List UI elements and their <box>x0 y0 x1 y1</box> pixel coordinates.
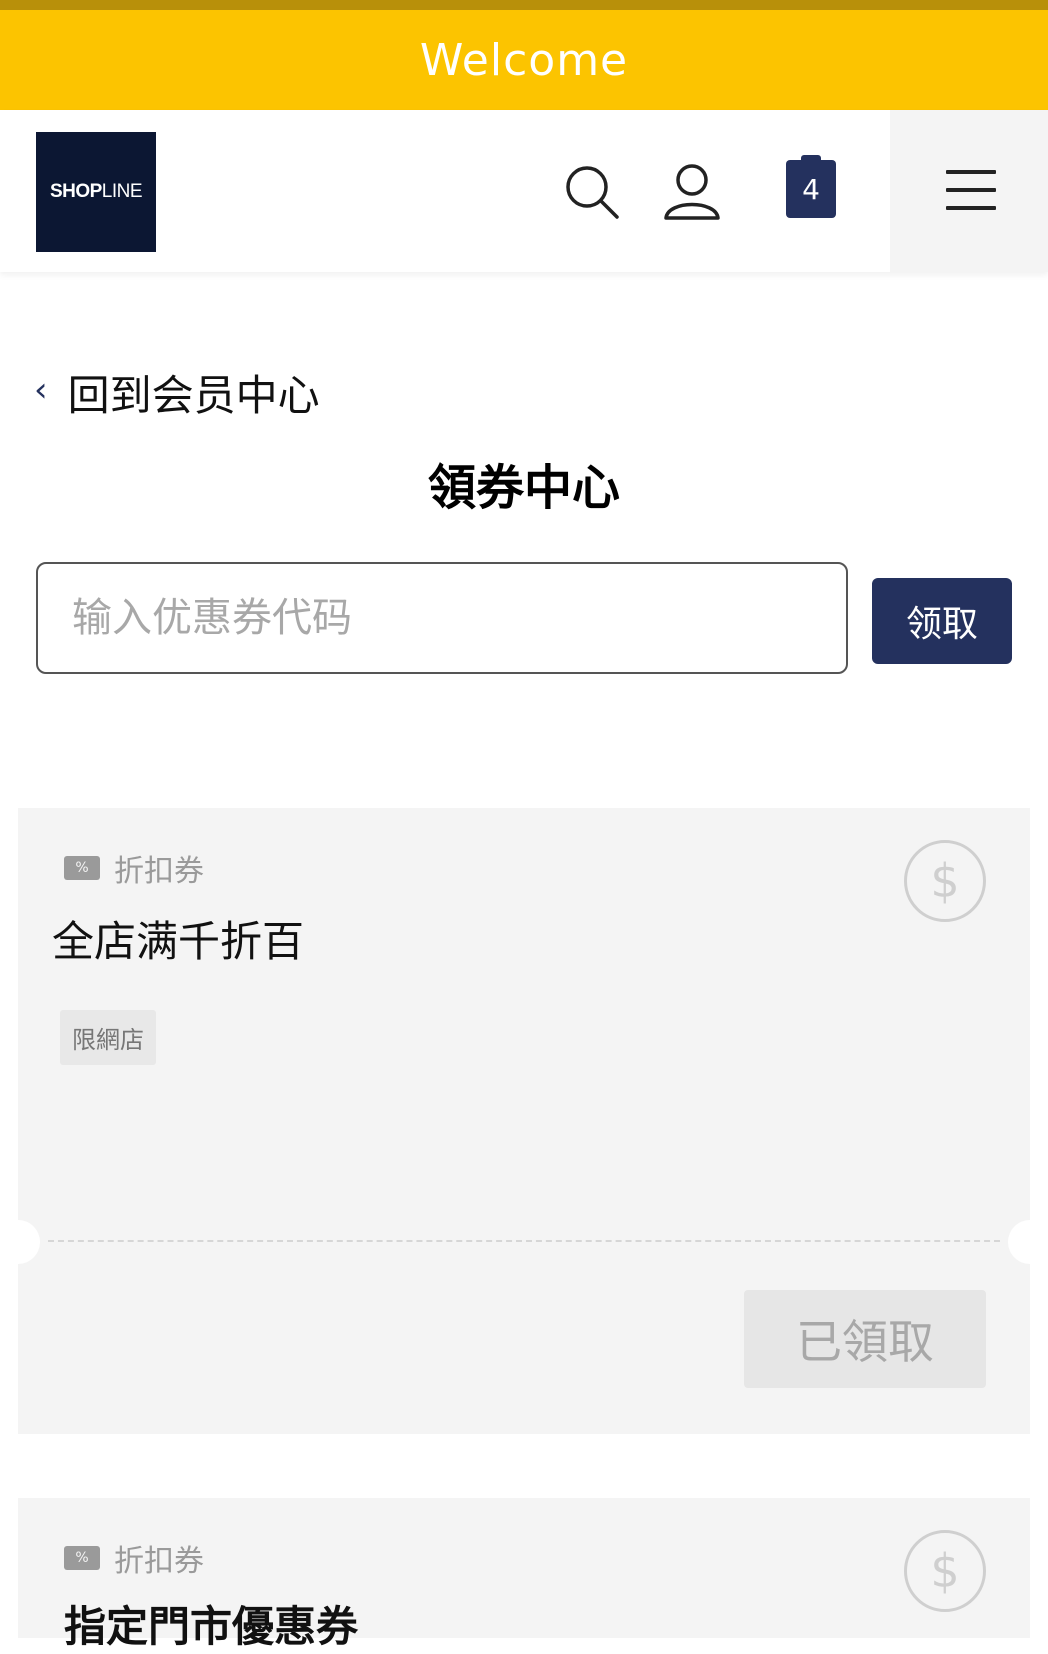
discount-tag-icon: % <box>64 1546 100 1570</box>
menu-icon[interactable] <box>946 170 996 224</box>
coupon-notch-left <box>0 1220 40 1264</box>
coupon-code-input[interactable] <box>36 562 848 674</box>
site-header: SHOP LINE 4 <box>0 110 1048 272</box>
coupon-notch-right <box>1008 1220 1048 1264</box>
top-accent-line <box>0 0 1048 10</box>
welcome-banner: Welcome <box>0 10 1048 110</box>
coupon-type: % 折扣券 <box>64 846 204 890</box>
dollar-icon: $ <box>904 840 986 922</box>
search-icon[interactable] <box>562 162 622 222</box>
online-only-badge: 限網店 <box>60 1010 156 1065</box>
welcome-text: Welcome <box>419 34 629 86</box>
logo-text-light: LINE <box>101 181 143 202</box>
coupon-card: % 折扣券 $ 指定門市優惠券 <box>18 1498 1030 1651</box>
back-to-member-center-link[interactable]: ‹ 回到会员中心 <box>34 364 320 420</box>
page-title: 領券中心 <box>427 460 620 516</box>
coupon-name: 全店满千折百 <box>52 917 305 966</box>
coupon-type-label: 折扣券 <box>114 854 204 889</box>
coupon-name: 指定門市優惠券 <box>64 1602 359 1651</box>
cart-icon[interactable]: 4 <box>786 155 836 218</box>
coupon-card: % 折扣券 $ 全店满千折百 限網店 已領取 <box>0 808 1048 1434</box>
logo-text-bold: SHOP <box>49 181 102 202</box>
coupon-type-label: 折扣券 <box>114 1544 204 1579</box>
user-icon[interactable] <box>662 162 722 222</box>
chevron-left-icon: ‹ <box>34 370 48 410</box>
coupon-type: % 折扣券 <box>64 1536 204 1580</box>
back-link-label: 回到会员中心 <box>67 370 320 420</box>
discount-tag-icon: % <box>64 856 100 880</box>
claim-button[interactable]: 领取 <box>872 578 1012 664</box>
cart-count-badge: 4 <box>802 172 820 206</box>
shopline-logo[interactable]: SHOP LINE <box>36 132 156 252</box>
coupon-divider <box>48 1240 1000 1242</box>
claimed-button[interactable]: 已領取 <box>744 1290 986 1388</box>
